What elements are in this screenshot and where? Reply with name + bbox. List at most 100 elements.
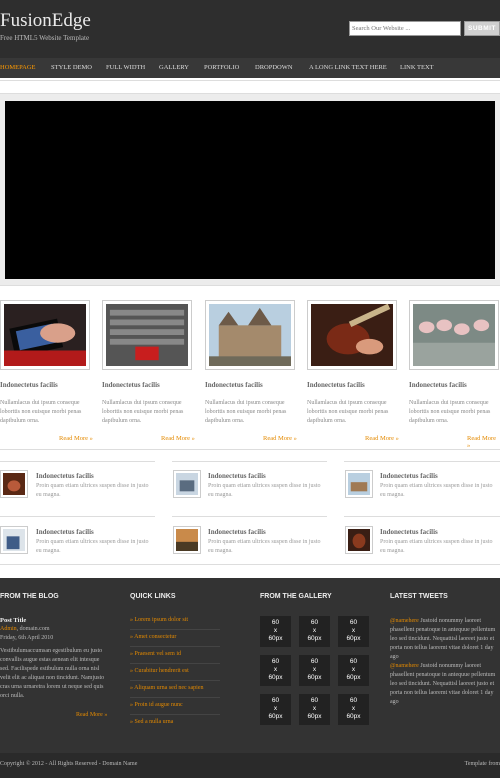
gallery-thumbnail-label: 60px — [346, 635, 361, 642]
gallery-thumbnail[interactable]: 60 x 60px — [299, 655, 330, 686]
site-tagline: Free HTML5 Website Template — [0, 34, 90, 42]
gallery-thumbnail[interactable]: 60 x 60px — [260, 655, 291, 686]
nav-item-style-demo[interactable]: STYLE DEMO — [51, 58, 92, 78]
post-excerpt: Vestibulumaccumsan egestibulum eu justo … — [0, 648, 105, 699]
tweet-user-link[interactable]: @namehere — [390, 618, 419, 624]
footer-heading-tweets: LATEST TWEETS — [390, 593, 448, 600]
footer-heading-gallery: FROM THE GALLERY — [260, 593, 332, 600]
item-text: Proin quam etiam ultrices suspen disse i… — [380, 483, 493, 498]
nav-item-full-width[interactable]: FULL WIDTH — [106, 58, 145, 78]
card-thumbnail[interactable] — [409, 300, 499, 370]
item-thumbnail[interactable] — [173, 526, 201, 554]
castle-photo — [209, 304, 291, 366]
read-more-link[interactable]: Read More » — [59, 435, 93, 442]
card-title: Indonectetus facilis — [0, 381, 58, 389]
card-thumbnail[interactable] — [205, 300, 295, 370]
nav-item-dropdown[interactable]: DROPDOWN — [255, 58, 293, 78]
read-more-link[interactable]: Read More » — [365, 435, 399, 442]
nav-item-portfolio[interactable]: PORTFOLIO — [204, 58, 239, 78]
divider — [344, 516, 500, 517]
gallery-thumbnail-label: x — [273, 666, 278, 673]
gallery-thumbnail[interactable]: 60 x 60px — [338, 616, 369, 647]
quick-link[interactable]: » Praesent vel sem id — [130, 647, 220, 664]
read-more-link[interactable]: Read More » — [263, 435, 297, 442]
nav-item-homepage[interactable]: HOMEPAGE — [0, 58, 36, 78]
flamingo-photo — [413, 304, 495, 366]
gallery-thumbnail-label: x — [273, 705, 278, 712]
gallery-thumbnail-label: x — [312, 705, 317, 712]
card-thumbnail[interactable] — [307, 300, 397, 370]
read-more-link[interactable]: Read More » — [467, 435, 500, 449]
nav-item-link-text[interactable]: LINK TEXT — [400, 58, 434, 78]
gallery-thumbnail[interactable]: 60 x 60px — [299, 616, 330, 647]
quick-link[interactable]: » Sed a nulla urna — [130, 715, 220, 732]
item-thumbnail[interactable] — [0, 470, 28, 498]
item-thumbnail[interactable] — [345, 470, 373, 498]
quick-link[interactable]: » Aliquam urna sed nec sapien — [130, 681, 220, 698]
item-text: Proin quam etiam ultrices suspen disse i… — [36, 483, 149, 498]
read-more-link[interactable]: Read More » — [161, 435, 195, 442]
post-title[interactable]: Post Title — [0, 616, 26, 625]
gallery-thumbnail-label: 60px — [307, 713, 322, 720]
gallery-thumbnail[interactable]: 60 x 60px — [260, 694, 291, 725]
footer-heading-blog: FROM THE BLOG — [0, 593, 59, 600]
item-thumbnail[interactable] — [345, 526, 373, 554]
quick-link[interactable]: » Amet consectetur — [130, 630, 220, 647]
divider — [0, 461, 155, 462]
divider — [0, 449, 500, 450]
gallery-thumbnail-label: 60px — [346, 674, 361, 681]
post-read-more-link[interactable]: Read More » — [76, 711, 107, 720]
post-meta: Admin, domain.com — [0, 625, 50, 634]
main-nav: HOMEPAGE STYLE DEMO FULL WIDTH GALLERY P… — [0, 58, 500, 78]
card-text: Nullamlacus dui ipsum conseque loborttis… — [409, 400, 491, 424]
gallery-thumbnail-label: x — [312, 666, 317, 673]
copyright-bar: Copyright © 2012 - All Rights Reserved -… — [0, 753, 500, 778]
gallery-thumbnail-label: 60px — [268, 635, 283, 642]
card-title: Indonectetus facilis — [205, 381, 263, 389]
gallery-thumbnail-label: 60 — [310, 697, 319, 704]
gallery-thumbnail-label: 60px — [268, 713, 283, 720]
tweet: @namehere Justoid nonummy laoreet phasel… — [390, 662, 500, 707]
nav-item-long-link[interactable]: A LONG LINK TEXT HERE — [309, 58, 387, 78]
site-logo[interactable]: FusionEdge — [0, 10, 91, 32]
gallery-thumbnail-label: 60px — [307, 674, 322, 681]
quick-link[interactable]: » Proin id augue nunc — [130, 698, 220, 715]
item-thumbnail[interactable] — [173, 470, 201, 498]
card-text: Nullamlacus dui ipsum conseque loborttis… — [307, 400, 389, 424]
quick-link[interactable]: » Curabitur hendrerit est — [130, 664, 220, 681]
template-credit-link[interactable]: Template from — [465, 761, 500, 767]
divider — [0, 80, 500, 81]
nav-item-gallery[interactable]: GALLERY — [159, 58, 189, 78]
slider-image[interactable] — [5, 101, 495, 279]
gallery-thumbnail-label: 60 — [271, 697, 280, 704]
gallery-thumbnail[interactable]: 60 x 60px — [260, 616, 291, 647]
gallery-thumbnail-label: 60px — [268, 674, 283, 681]
item-text: Proin quam etiam ultrices suspen disse i… — [36, 539, 149, 554]
gallery-thumbnail[interactable]: 60 x 60px — [338, 694, 369, 725]
gallery-thumbnail-label: 60 — [349, 619, 358, 626]
item-text: Proin quam etiam ultrices suspen disse i… — [380, 539, 493, 554]
gallery-thumbnail[interactable]: 60 x 60px — [299, 694, 330, 725]
footer-heading-quick-links: QUICK LINKS — [130, 593, 176, 600]
item-text: Proin quam etiam ultrices suspen disse i… — [208, 483, 321, 498]
divider — [0, 516, 155, 517]
quick-link[interactable]: » Lorem ipsum dolor sit — [130, 613, 220, 630]
gallery-thumbnail-label: 60 — [310, 619, 319, 626]
tweet-text: Justoid nonummy laoreet phasellent penat… — [390, 618, 496, 660]
featured-slider — [0, 93, 500, 286]
item-title: Indonectetus facilis — [380, 528, 438, 536]
item-title: Indonectetus facilis — [380, 472, 438, 480]
guitar-photo — [311, 303, 393, 366]
divider — [172, 461, 327, 462]
search-input[interactable] — [349, 21, 461, 36]
gallery-thumbnail-label: 60 — [271, 658, 280, 665]
post-author[interactable]: Admin — [0, 626, 17, 632]
gallery-thumbnail[interactable]: 60 x 60px — [338, 655, 369, 686]
tweet: @namehere Justoid nonummy laoreet phasel… — [390, 617, 500, 662]
search-submit-button[interactable]: SUBMIT — [464, 21, 500, 36]
gallery-thumbnail-label: 60 — [349, 697, 358, 704]
tweet-user-link[interactable]: @namehere — [390, 663, 419, 669]
card-thumbnail[interactable] — [0, 300, 90, 370]
item-thumbnail[interactable] — [0, 526, 28, 554]
card-thumbnail[interactable] — [102, 300, 192, 370]
